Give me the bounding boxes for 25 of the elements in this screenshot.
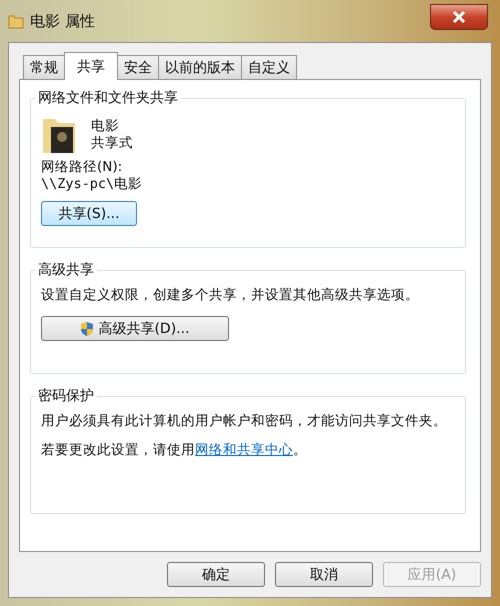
close-icon xyxy=(452,11,466,23)
folder-icon xyxy=(8,13,24,29)
tab[interactable]: 安全 xyxy=(117,55,159,79)
shield-icon xyxy=(80,320,94,336)
window-title: 电影 属性 xyxy=(30,12,95,30)
group-title: 网络文件和文件夹共享 xyxy=(35,89,181,107)
tab[interactable]: 常规 xyxy=(23,55,65,79)
dialog-button[interactable]: 取消 xyxy=(275,562,373,587)
group-title: 密码保护 xyxy=(35,387,97,405)
group-title: 高级共享 xyxy=(35,261,97,279)
share-state: 共享式 xyxy=(91,135,133,152)
dialog-button[interactable]: 确定 xyxy=(167,562,265,587)
close-button[interactable] xyxy=(430,4,488,30)
advanced-sharing-button[interactable]: 高级共享(D)... xyxy=(41,316,229,341)
description: 设置自定义权限，创建多个共享，并设置其他高级共享选项。 xyxy=(41,287,419,304)
description: 用户必须具有此计算机的用户帐户和密码，才能访问共享文件夹。 xyxy=(41,413,447,430)
tab[interactable]: 自定义 xyxy=(241,55,297,79)
tab[interactable]: 共享 xyxy=(64,52,118,80)
network-center-link[interactable]: 网络和共享中心 xyxy=(195,442,293,458)
path-label: 网络路径(N): xyxy=(41,159,122,176)
network-path: \\Zys-pc\电影 xyxy=(41,176,142,193)
share-button[interactable]: 共享(S)... xyxy=(41,201,137,226)
change-setting-text: 若要更改此设置，请使用 网络和共享中心。 xyxy=(41,442,307,459)
tab[interactable]: 以前的版本 xyxy=(158,55,242,79)
folder-name: 电影 xyxy=(91,118,120,135)
